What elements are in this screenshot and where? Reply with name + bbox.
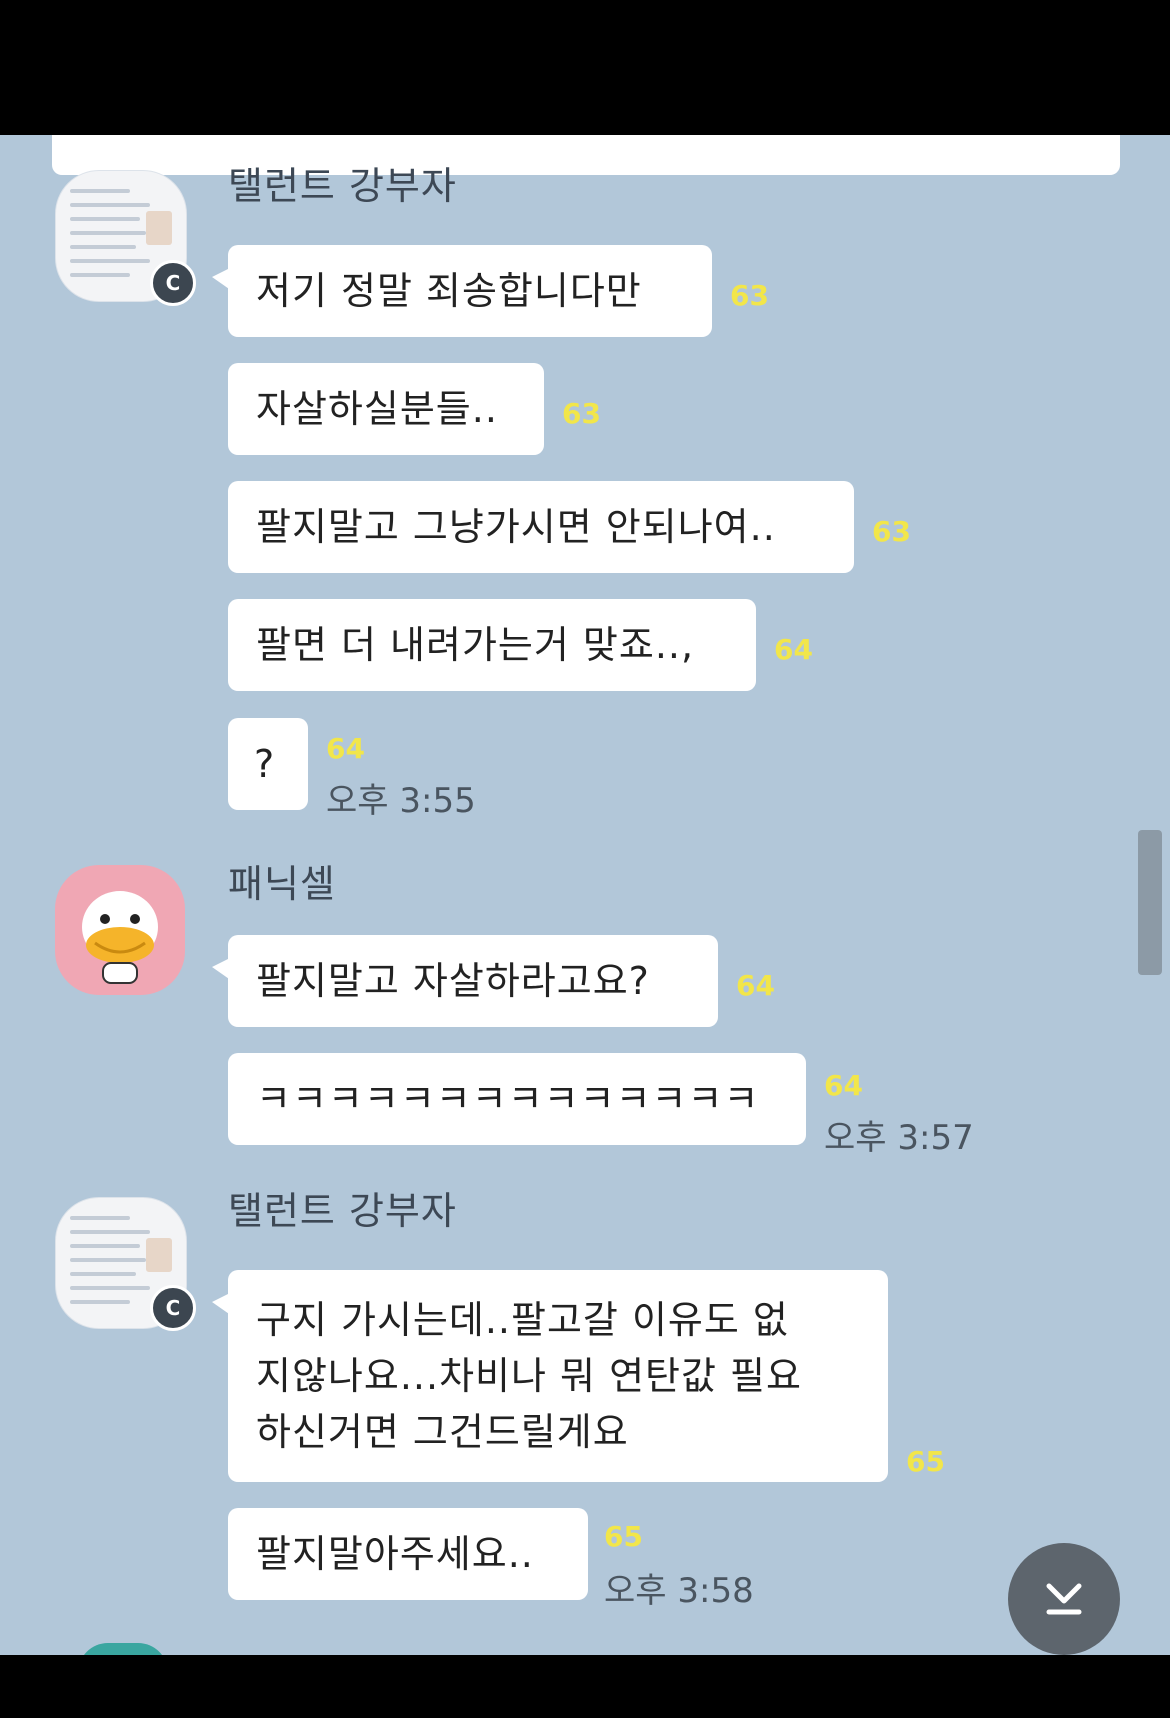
channel-badge-icon: C xyxy=(150,1285,196,1331)
message-time: 오후 3:55 xyxy=(326,781,476,821)
unread-count: 63 xyxy=(730,279,769,312)
message-time: 오후 3:57 xyxy=(824,1118,974,1158)
message-bubble[interactable]: 팔지말고 그냥가시면 안되나여.. xyxy=(228,481,854,573)
unread-count: 65 xyxy=(604,1520,643,1553)
duck-icon xyxy=(82,891,158,984)
bottom-letterbox xyxy=(0,1655,1170,1718)
chevron-down-to-bottom-icon xyxy=(1046,1583,1082,1615)
message-bubble[interactable]: ? xyxy=(228,718,308,810)
top-letterbox xyxy=(0,0,1170,135)
next-profile-avatar[interactable] xyxy=(78,1643,168,1655)
previous-message-bubble[interactable] xyxy=(52,135,1120,175)
message-bubble[interactable]: 팔면 더 내려가는거 맞죠.., xyxy=(228,599,756,691)
message-bubble[interactable]: 자살하실분들.. xyxy=(228,363,544,455)
unread-count: 64 xyxy=(736,969,775,1002)
message-bubble[interactable]: ㅋㅋㅋㅋㅋㅋㅋㅋㅋㅋㅋㅋㅋㅋ xyxy=(228,1053,806,1145)
sender-name: 탤런트 강부자 xyxy=(228,164,457,208)
channel-badge-icon: C xyxy=(150,260,196,306)
sender-name: 탤런트 강부자 xyxy=(228,1189,457,1233)
scrollbar-thumb[interactable] xyxy=(1138,830,1162,975)
profile-avatar-duck[interactable] xyxy=(55,865,185,995)
unread-count: 64 xyxy=(774,633,813,666)
unread-count: 65 xyxy=(906,1445,945,1478)
unread-count: 63 xyxy=(872,515,911,548)
message-bubble[interactable]: 팔지말아주세요.. xyxy=(228,1508,588,1600)
message-time: 오후 3:58 xyxy=(604,1571,754,1611)
sender-name: 패닉셀 xyxy=(228,862,336,906)
unread-count: 64 xyxy=(326,732,365,765)
message-bubble[interactable]: 팔지말고 자살하라고요? xyxy=(212,935,718,1027)
message-bubble[interactable]: 구지 가시는데..팔고갈 이유도 없 지않나요...차비나 뭐 연탄값 필요 하… xyxy=(212,1270,888,1482)
chat-room: C 탤런트 강부자 저기 정말 죄송합니다만 63 자살하실분들.. 63 팔지… xyxy=(0,135,1170,1655)
scroll-to-bottom-button[interactable] xyxy=(1008,1543,1120,1655)
message-bubble[interactable]: 저기 정말 죄송합니다만 xyxy=(212,245,712,337)
unread-count: 64 xyxy=(824,1069,863,1102)
unread-count: 63 xyxy=(562,397,601,430)
